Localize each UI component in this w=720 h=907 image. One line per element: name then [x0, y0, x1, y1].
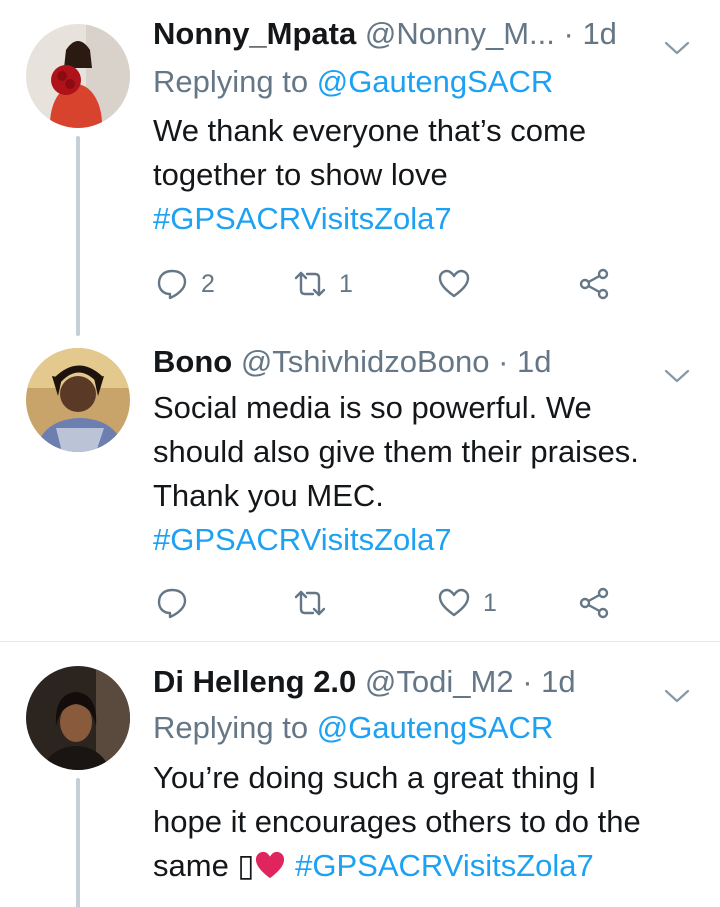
share-icon — [577, 267, 611, 301]
mention-link[interactable]: @GautengSACR — [317, 64, 554, 99]
avatar[interactable] — [26, 666, 130, 770]
share-icon — [577, 586, 611, 620]
thread-line — [76, 136, 80, 336]
avatar[interactable] — [26, 348, 130, 452]
hashtag-link[interactable]: #GPSACRVisitsZola7 — [153, 518, 713, 562]
retweet-count: 1 — [339, 269, 353, 298]
emoji-placeholder: ▯ — [237, 848, 255, 883]
user-handle[interactable]: @TshivhidzoBono — [241, 344, 490, 379]
tweet-header: Bono @TshivhidzoBono · 1d — [153, 342, 690, 383]
replying-to: Replying to @GautengSACR — [153, 708, 553, 748]
replying-to: Replying to @GautengSACR — [153, 62, 553, 102]
tweet-1[interactable]: Nonny_Mpata @Nonny_M... · 1d Replying to… — [0, 0, 720, 336]
text-line: Social media is so powerful. We — [153, 390, 592, 425]
like-button[interactable] — [437, 264, 483, 304]
retweet-button[interactable]: 1 — [293, 264, 353, 304]
timestamp[interactable]: 1d — [541, 664, 575, 699]
tweet-3[interactable]: Di Helleng 2.0 @Todi_M2 · 1d Replying to… — [0, 642, 720, 907]
tweet-text: Social media is so powerful. We should a… — [153, 386, 713, 562]
mention-link[interactable]: @GautengSACR — [317, 710, 554, 745]
like-icon — [437, 267, 471, 301]
replying-prefix: Replying to — [153, 64, 317, 99]
separator-dot: · — [522, 664, 533, 699]
text-fragment: same — [153, 848, 238, 883]
tweet-header: Di Helleng 2.0 @Todi_M2 · 1d — [153, 662, 690, 703]
separator-dot: · — [498, 344, 509, 379]
separator-dot: · — [563, 16, 574, 51]
retweet-icon — [293, 586, 327, 620]
tweet-actions: 1 — [153, 583, 623, 623]
text-line: We thank everyone that’s come — [153, 113, 587, 148]
chevron-down-icon[interactable] — [664, 674, 690, 703]
chevron-down-icon[interactable] — [664, 354, 690, 383]
chevron-down-icon[interactable] — [664, 26, 690, 55]
reply-count: 2 — [201, 269, 215, 298]
hashtag-link[interactable]: #GPSACRVisitsZola7 — [153, 197, 713, 241]
text-line: hope it encourages others to do the — [153, 804, 641, 839]
tweet-header: Nonny_Mpata @Nonny_M... · 1d — [153, 14, 690, 55]
user-handle[interactable]: @Nonny_M... — [365, 16, 555, 51]
tweet-2[interactable]: Bono @TshivhidzoBono · 1d Social media i… — [0, 330, 720, 641]
timestamp[interactable]: 1d — [582, 16, 616, 51]
user-handle[interactable]: @Todi_M2 — [365, 664, 514, 699]
reply-button[interactable] — [155, 583, 201, 623]
like-count: 1 — [483, 588, 497, 617]
timestamp[interactable]: 1d — [517, 344, 551, 379]
like-icon — [437, 586, 471, 620]
hashtag-link[interactable]: #GPSACRVisitsZola7 — [295, 848, 594, 883]
avatar[interactable] — [26, 24, 130, 128]
display-name[interactable]: Di Helleng 2.0 — [153, 664, 356, 699]
display-name[interactable]: Bono — [153, 344, 232, 379]
reply-icon — [155, 267, 189, 301]
display-name[interactable]: Nonny_Mpata — [153, 16, 356, 51]
share-button[interactable] — [577, 264, 611, 304]
text-line: together to show love — [153, 157, 448, 192]
thread-line — [76, 778, 80, 907]
retweet-icon — [293, 267, 327, 301]
replying-prefix: Replying to — [153, 710, 317, 745]
retweet-button[interactable] — [293, 583, 339, 623]
share-button[interactable] — [577, 583, 611, 623]
tweet-actions: 2 1 — [153, 264, 623, 304]
text-line: should also give them their praises. — [153, 434, 639, 469]
tweet-text: You’re doing such a great thing I hope i… — [153, 756, 713, 888]
like-button[interactable]: 1 — [437, 583, 497, 623]
text-line-last: same ▯ #GPSACRVisitsZola7 — [153, 844, 713, 888]
reply-icon — [155, 586, 189, 620]
text-line: You’re doing such a great thing I — [153, 760, 597, 795]
red-heart-emoji-icon — [254, 848, 286, 892]
tweet-text: We thank everyone that’s come together t… — [153, 109, 713, 241]
reply-button[interactable]: 2 — [155, 264, 215, 304]
text-line: Thank you MEC. — [153, 478, 384, 513]
